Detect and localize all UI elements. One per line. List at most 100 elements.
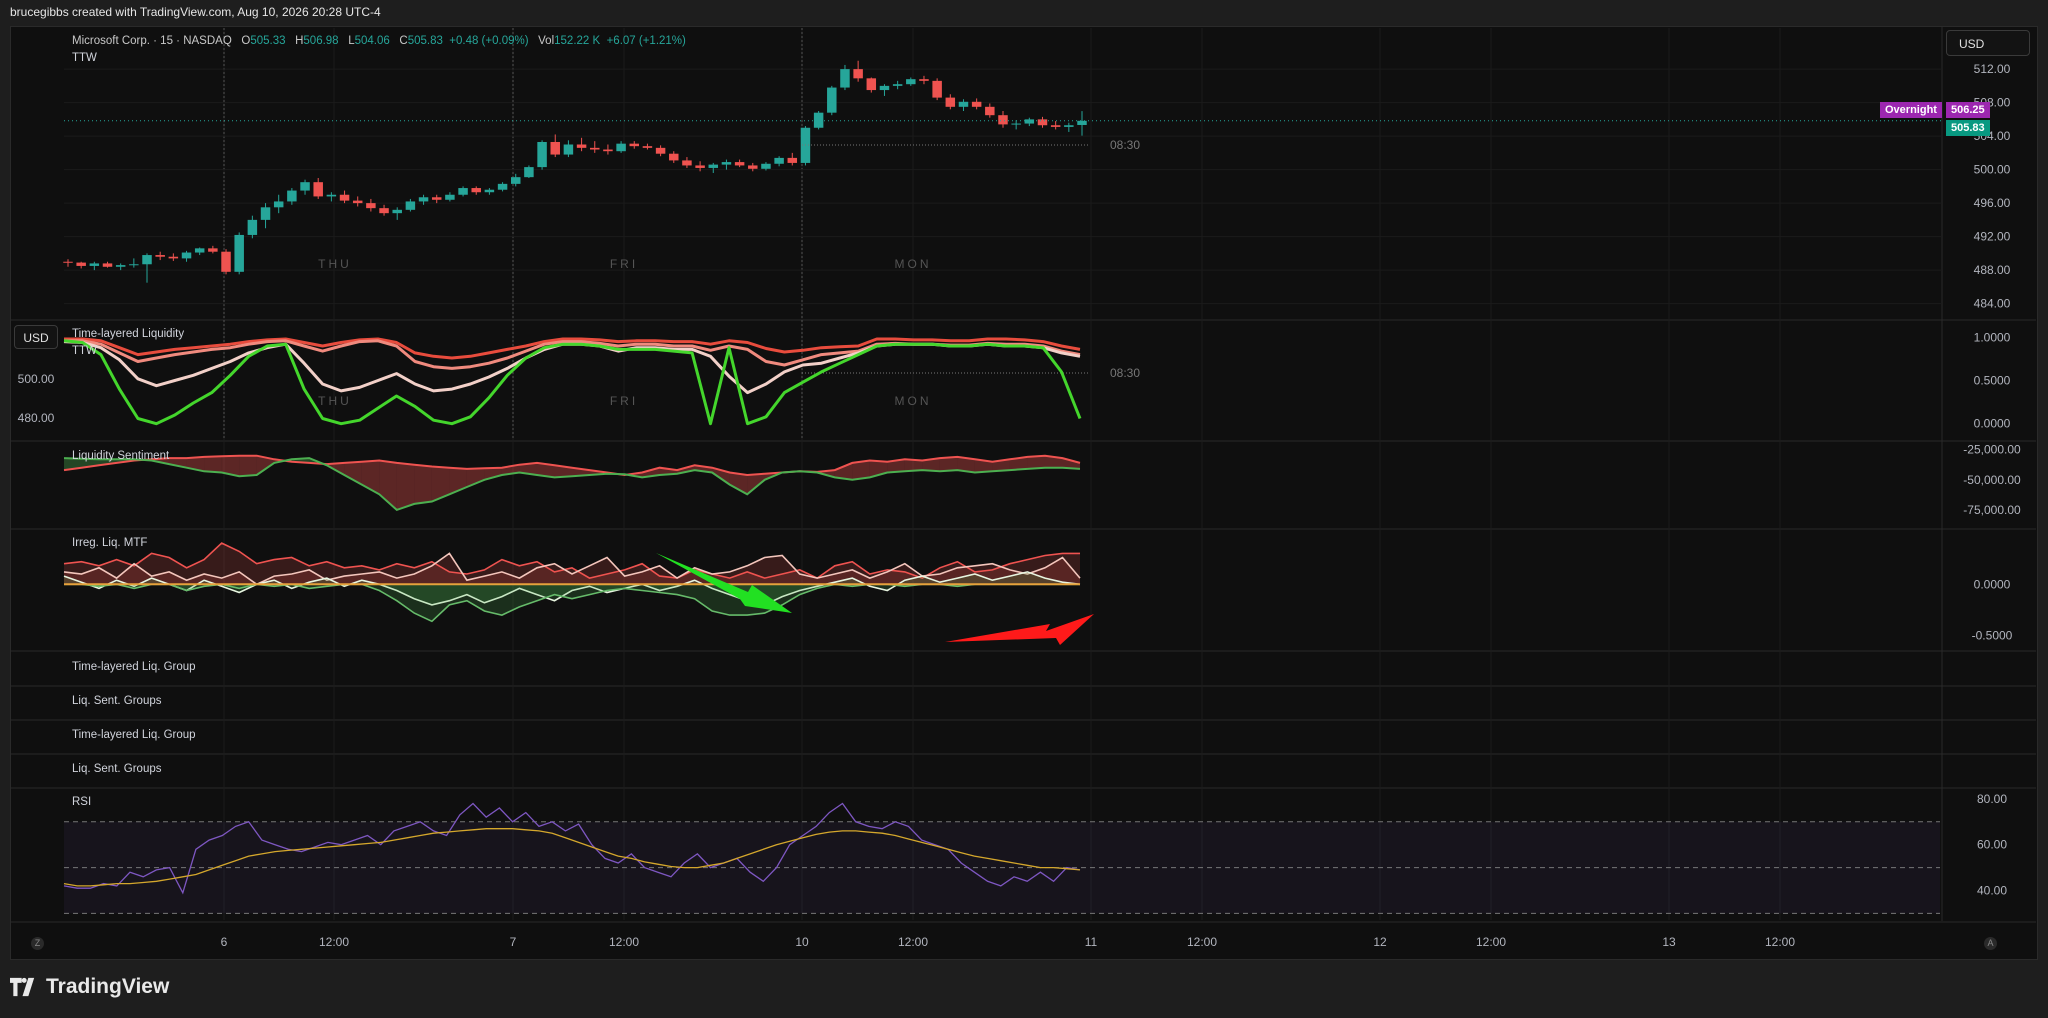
close-value: 505.83 <box>407 35 443 47</box>
candle-body <box>1050 125 1061 127</box>
candle-body <box>932 80 942 98</box>
candle-body <box>550 141 560 155</box>
candle-body <box>300 182 310 191</box>
rsi-axis-label: 60.00 <box>1977 838 2007 852</box>
candle-body <box>155 255 165 257</box>
candle-body <box>313 182 323 197</box>
sentiment-fill <box>939 456 958 472</box>
candle-body <box>352 200 363 204</box>
last-price-tag: 505.83 <box>1946 120 1990 136</box>
chart-svg[interactable]: 6 12:00 7 12:00 10 12:00 11 12:00 12 12:00 13 12:00… <box>0 0 2048 1018</box>
candle-body <box>326 194 337 197</box>
candle-body <box>497 183 508 190</box>
group-pane-1-title[interactable]: Time-layered Liq. Group <box>72 661 196 673</box>
tll-left-axis-label: 500.00 <box>18 372 55 386</box>
session-time-label: 08:30 <box>1110 138 1140 152</box>
candle-body <box>221 251 231 272</box>
time-axis-label: 12:00 <box>319 935 349 949</box>
group-pane-3-title[interactable]: Time-layered Liq. Group <box>72 729 196 741</box>
candle-body <box>392 209 402 214</box>
price-change: +0.48 (+0.09%) <box>449 35 529 47</box>
overnight-price-tag: 506.25 <box>1946 102 1990 118</box>
price-axis-label: 484.00 <box>1974 297 2011 311</box>
time-axis-label: 12:00 <box>1765 935 1795 949</box>
day-label: THU <box>318 257 352 271</box>
candle-body <box>234 234 244 272</box>
candle-body <box>787 157 798 163</box>
candle-body <box>708 164 719 168</box>
sentiment-fill <box>239 455 257 477</box>
candle-body <box>945 97 956 107</box>
candle-body <box>287 190 297 202</box>
day-label: THU <box>318 394 352 408</box>
time-axis-label: 12:00 <box>609 935 639 949</box>
candle-body <box>76 262 86 266</box>
sentiment-axis-label: -50,000.00 <box>1963 473 2021 487</box>
rsi-axis-label: 40.00 <box>1977 884 2007 898</box>
candle-body <box>853 69 863 79</box>
ttw-label: TTW <box>72 52 97 64</box>
candle-body <box>971 101 982 107</box>
candle-body <box>260 207 271 220</box>
rsi-pane-title[interactable]: RSI <box>72 796 91 808</box>
candle-body <box>642 146 653 148</box>
day-label: MON <box>895 257 932 271</box>
candle-body <box>405 201 416 210</box>
price-axis-label: 488.00 <box>1974 263 2011 277</box>
symbol-name[interactable]: Microsoft Corp. · 15 · NASDAQ <box>72 35 232 47</box>
candle-body <box>734 162 745 166</box>
candle-body <box>510 177 521 184</box>
tradingview-logo[interactable]: TradingView <box>10 973 169 1001</box>
candle-body <box>748 165 758 169</box>
candle-body <box>892 84 903 86</box>
price-axis-label: 492.00 <box>1974 230 2011 244</box>
candle-body <box>339 194 350 201</box>
group-pane-2-title[interactable]: Liq. Sent. Groups <box>72 695 162 707</box>
candle-body <box>445 194 455 200</box>
sentiment-axis-label: -75,000.00 <box>1963 503 2021 517</box>
tll-pane-title[interactable]: Time-layered Liquidity <box>72 328 184 340</box>
candle-body <box>866 78 877 91</box>
candle-body <box>603 149 613 152</box>
high-value: 506.98 <box>303 35 339 47</box>
candle-body <box>629 143 640 147</box>
irreg-pane-title[interactable]: Irreg. Liq. MTF <box>72 537 147 549</box>
candle-body <box>366 203 376 209</box>
candle-body <box>695 165 705 168</box>
candle-body <box>576 144 587 148</box>
tll-pane-subtitle: TTW <box>72 345 97 357</box>
candle-body <box>181 252 192 259</box>
symbol-ohlc-legend[interactable]: Microsoft Corp. · 15 · NASDAQ O505.33 H5… <box>72 35 686 47</box>
volume-value: 152.22 K <box>554 35 601 47</box>
candle-body <box>431 197 442 200</box>
candle-body <box>669 153 679 161</box>
currency-button[interactable]: USD <box>1946 30 2030 56</box>
sentiment-fill <box>414 464 432 504</box>
candle-body <box>906 79 916 85</box>
open-value: 505.33 <box>250 35 286 47</box>
session-time-label: 08:30 <box>1110 366 1140 380</box>
time-axis-label: 13 <box>1662 935 1676 949</box>
time-axis-label: 6 <box>221 935 228 949</box>
irreg-axis-label: -0.5000 <box>1972 629 2013 643</box>
candle-body <box>379 208 389 214</box>
candle-body <box>1077 120 1087 125</box>
candle-body <box>985 106 995 116</box>
candle-body <box>958 101 969 107</box>
corner-z-button[interactable]: Z <box>31 937 44 950</box>
sentiment-pane-title[interactable]: Liquidity Sentiment <box>72 450 169 462</box>
candle-body <box>682 160 692 166</box>
currency-button-left[interactable]: USD <box>14 325 58 349</box>
group-pane-4-title[interactable]: Liq. Sent. Groups <box>72 763 162 775</box>
candle-body <box>208 248 218 252</box>
candle-body <box>761 163 771 169</box>
corner-a-button[interactable]: A <box>1984 937 1997 950</box>
price-axis-label: 512.00 <box>1974 62 2011 76</box>
candle-body <box>774 157 784 164</box>
candle-body <box>484 189 495 193</box>
time-axis-label: 12:00 <box>1476 935 1506 949</box>
red-arrow-annotation <box>945 614 1094 645</box>
candle-body <box>89 263 100 266</box>
candle-body <box>813 112 824 128</box>
candle-body <box>1024 119 1035 124</box>
